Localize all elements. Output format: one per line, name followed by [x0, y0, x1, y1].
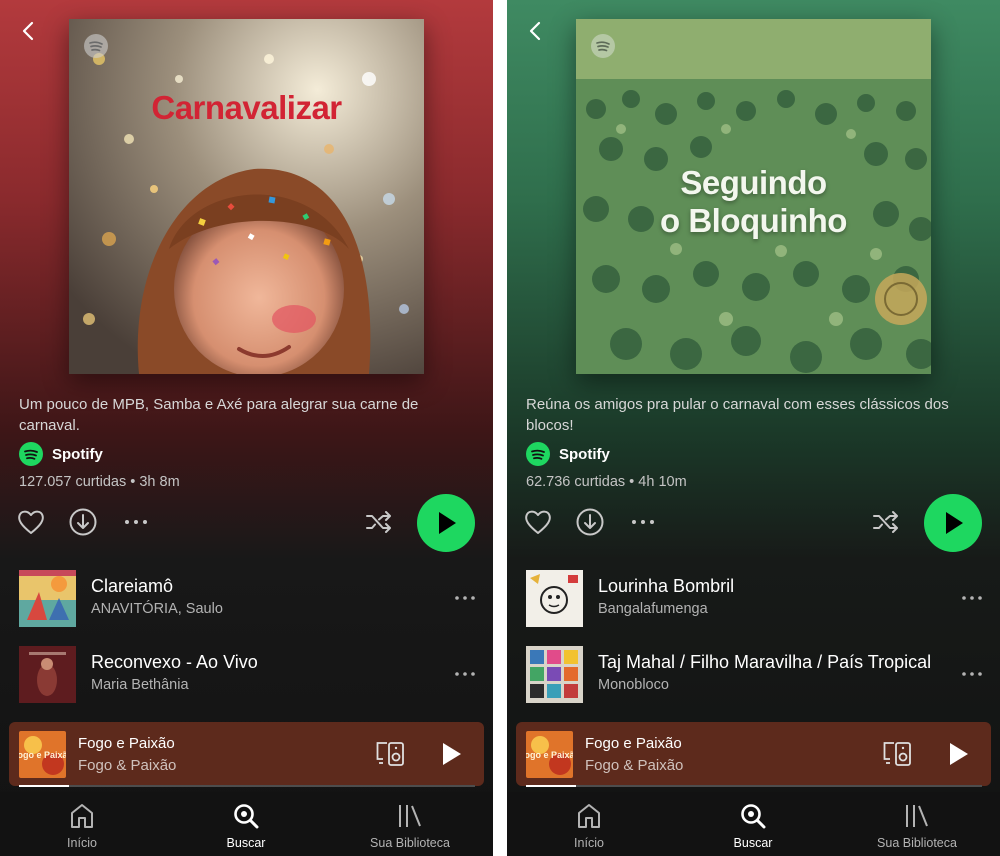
track-artist: Maria Bethânia [91, 677, 189, 693]
tab-home[interactable]: Início [529, 802, 649, 850]
library-icon [906, 805, 928, 827]
play-icon [439, 512, 456, 534]
tab-library[interactable]: Sua Biblioteca [857, 802, 977, 850]
home-icon [71, 804, 93, 828]
album-art [19, 570, 76, 627]
more-options-icon[interactable] [453, 586, 477, 610]
now-playing-artist: Fogo & Paixão [585, 757, 684, 774]
album-art [526, 646, 583, 703]
track-row[interactable]: Taj Mahal / Filho Maravilha / País Tropi… [507, 646, 1000, 706]
back-chevron-icon[interactable] [525, 20, 547, 42]
mini-art-text: Fogo e Paixão [19, 750, 66, 760]
playback-progress-fill [19, 785, 70, 787]
shuffle-icon[interactable] [363, 506, 395, 538]
owner-name: Spotify [52, 445, 103, 463]
mini-player-art: Fogo e Paixão [19, 731, 66, 778]
track-title: Clareiamô [91, 576, 174, 596]
more-options-icon[interactable] [120, 506, 152, 538]
heart-icon[interactable] [522, 506, 554, 538]
playback-progress-fill [526, 785, 577, 787]
track-title: Lourinha Bombril [598, 576, 735, 596]
spotify-logo-icon [84, 34, 108, 58]
playlist-stats: 127.057 curtidas • 3h 8m [19, 474, 180, 490]
tab-library[interactable]: Sua Biblioteca [350, 802, 470, 850]
bottom-tab-bar: Início Buscar Sua Biblioteca [507, 792, 1000, 856]
spotify-logo-icon [591, 34, 615, 58]
tab-home[interactable]: Início [22, 802, 142, 850]
more-options-icon[interactable] [627, 506, 659, 538]
track-title: Taj Mahal / Filho Maravilha / País Tropi… [598, 652, 932, 672]
mini-player[interactable]: Fogo e Paixão Fogo e Paixão Fogo & Paixã… [516, 722, 991, 786]
track-row[interactable]: Clareiamô ANAVITÓRIA, Saulo [0, 570, 493, 630]
album-art [526, 570, 583, 627]
playlist-owner[interactable]: Spotify [526, 442, 610, 466]
album-art [19, 646, 76, 703]
search-icon [741, 804, 766, 829]
left-phone-screen: Carnavalizar Um pouco de MPB, Samba e Ax… [0, 0, 493, 856]
mini-player-art: Fogo e Paixão [526, 731, 573, 778]
playlist-description: Reúna os amigos pra pular o carnaval com… [526, 396, 949, 434]
download-icon[interactable] [574, 506, 606, 538]
now-playing-artist: Fogo & Paixão [78, 757, 177, 774]
play-icon[interactable] [438, 741, 464, 767]
cover-title: Carnavalizar [151, 89, 342, 126]
play-button[interactable] [417, 494, 475, 552]
search-icon [234, 804, 259, 829]
tab-label: Início [574, 836, 604, 850]
track-artist: Bangalafumenga [598, 601, 708, 617]
tab-label: Buscar [226, 836, 266, 850]
cover-title: Seguindo o Bloquinho [660, 164, 847, 239]
spotify-logo-icon [19, 442, 43, 466]
playlist-owner[interactable]: Spotify [19, 442, 103, 466]
mini-player[interactable]: Fogo e Paixão Fogo e Paixão Fogo & Paixã… [9, 722, 484, 786]
playback-progress [19, 785, 475, 787]
track-artist: ANAVITÓRIA, Saulo [91, 601, 223, 617]
tab-search[interactable]: Buscar [186, 802, 306, 850]
track-title: Reconvexo - Ao Vivo [91, 652, 258, 672]
more-options-icon[interactable] [960, 586, 984, 610]
heart-icon[interactable] [15, 506, 47, 538]
track-artist: Monobloco [598, 677, 669, 693]
tab-label: Sua Biblioteca [370, 836, 450, 850]
play-icon[interactable] [945, 741, 971, 767]
more-options-icon[interactable] [453, 662, 477, 686]
tab-label: Início [67, 836, 97, 850]
tab-search[interactable]: Buscar [693, 802, 813, 850]
play-button[interactable] [924, 494, 982, 552]
track-row[interactable]: Lourinha Bombril Bangalafumenga [507, 570, 1000, 630]
playlist-cover: Seguindo o Bloquinho [576, 19, 931, 374]
shuffle-icon[interactable] [870, 506, 902, 538]
bottom-tab-bar: Início Buscar Sua Biblioteca [0, 792, 493, 856]
library-icon [399, 805, 421, 827]
download-icon[interactable] [67, 506, 99, 538]
connect-device-icon[interactable] [375, 740, 407, 768]
playlist-stats: 62.736 curtidas • 4h 10m [526, 474, 687, 490]
tab-label: Sua Biblioteca [877, 836, 957, 850]
now-playing-title: Fogo e Paixão [78, 735, 175, 752]
playback-progress [526, 785, 982, 787]
playlist-cover: Carnavalizar [69, 19, 424, 374]
playlist-description: Um pouco de MPB, Samba e Axé para alegra… [19, 396, 419, 434]
owner-name: Spotify [559, 445, 610, 463]
spotify-logo-icon [526, 442, 550, 466]
connect-device-icon[interactable] [882, 740, 914, 768]
now-playing-title: Fogo e Paixão [585, 735, 682, 752]
track-row[interactable]: Reconvexo - Ao Vivo Maria Bethânia [0, 646, 493, 706]
more-options-icon[interactable] [960, 662, 984, 686]
tab-label: Buscar [733, 836, 773, 850]
play-icon [946, 512, 963, 534]
mini-art-text: Fogo e Paixão [526, 750, 573, 760]
home-icon [578, 804, 600, 828]
back-chevron-icon[interactable] [18, 20, 40, 42]
right-phone-screen: Seguindo o Bloquinho Reúna os amigos pra… [507, 0, 1000, 856]
